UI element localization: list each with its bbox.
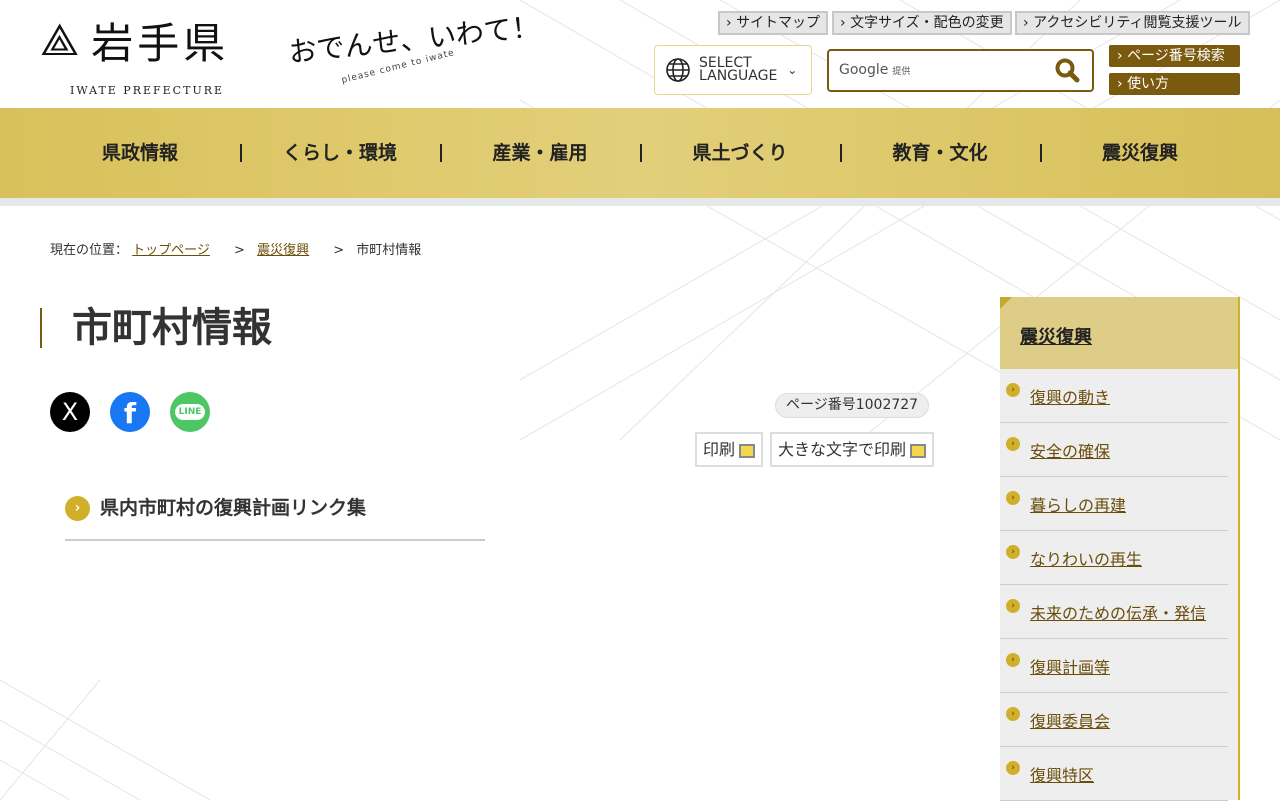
x-share-icon[interactable]: X	[50, 392, 90, 432]
chevron-right-icon: ›	[1006, 707, 1020, 721]
how-to-use-label: 使い方	[1127, 76, 1170, 92]
sidebar-item[interactable]: › 安全の確保	[1000, 423, 1228, 477]
sidebar-item-label[interactable]: 暮らしの再建	[1030, 492, 1126, 516]
search-placeholder: Google	[839, 62, 889, 78]
logo-english: IWATE PREFECTURE	[70, 84, 225, 97]
nav-item-land[interactable]: 県土づくり	[640, 108, 840, 198]
globe-icon	[666, 58, 690, 82]
breadcrumb-current: 市町村情報	[356, 243, 422, 258]
print-label: 印刷	[703, 440, 736, 459]
reconstruction-plan-links[interactable]: › 県内市町村の復興計画リンク集	[65, 493, 485, 541]
global-nav: 県政情報 くらし・環境 産業・雇用 県土づくり 教育・文化 震災復興	[0, 108, 1280, 198]
nav-item-prefectural-info[interactable]: 県政情報	[40, 108, 240, 198]
sitemap-link[interactable]: › サイトマップ	[718, 11, 829, 35]
chevron-right-icon: ›	[1006, 491, 1020, 505]
facebook-share-icon[interactable]: f	[110, 392, 150, 432]
chevron-down-icon: ⌄	[787, 63, 798, 77]
accessibility-tool-link[interactable]: › アクセシビリティ閲覧支援ツール	[1015, 11, 1250, 35]
breadcrumb: 現在の位置： トップページ > 震災復興 > 市町村情報	[50, 239, 421, 258]
search-icon[interactable]	[1054, 57, 1080, 87]
print-button[interactable]: 印刷	[695, 432, 764, 467]
link-label: 県内市町村の復興計画リンク集	[100, 497, 367, 519]
line-share-icon[interactable]: LINE	[170, 392, 210, 432]
breadcrumb-separator: >	[333, 243, 345, 258]
printer-icon	[910, 443, 927, 458]
nav-item-industry[interactable]: 産業・雇用	[440, 108, 640, 198]
sidebar-item-label[interactable]: 復興委員会	[1030, 708, 1110, 732]
language-line2: LANGUAGE	[699, 68, 778, 84]
sidebar-item-label[interactable]: なりわいの再生	[1030, 546, 1142, 570]
page-number-search-label: ページ番号検索	[1127, 48, 1225, 64]
chevron-right-icon: ›	[1006, 761, 1020, 775]
sidebar-title[interactable]: 震災復興	[1000, 297, 1238, 369]
sidebar-item[interactable]: › なりわいの再生	[1000, 531, 1228, 585]
text-size-label: 文字サイズ・配色の変更	[850, 15, 1004, 31]
site-header: ⟁ 岩手県 IWATE PREFECTURE おでんせ、いわて！ please …	[0, 0, 1280, 108]
sidebar-item[interactable]: › 復興委員会	[1000, 693, 1228, 747]
corner-decoration	[1000, 297, 1012, 309]
chevron-right-icon: ›	[1006, 599, 1020, 613]
printer-icon	[739, 443, 756, 458]
chevron-right-icon: ›	[1006, 437, 1020, 451]
chevron-right-icon: ›	[1006, 383, 1020, 397]
prefecture-emblem-icon: ⟁	[40, 15, 80, 66]
sidebar-item[interactable]: › 復興特区	[1000, 747, 1228, 801]
sidebar-item-label[interactable]: 復興計画等	[1030, 654, 1110, 678]
sidebar-item[interactable]: › 未来のための伝承・発信	[1000, 585, 1228, 639]
sidebar-item-label[interactable]: 復興特区	[1030, 762, 1094, 786]
site-logo[interactable]: ⟁ 岩手県	[40, 10, 229, 71]
page-number-badge: ページ番号1002727	[775, 393, 930, 418]
select-language-button[interactable]: SELECT LANGUAGE ⌄	[654, 45, 812, 95]
how-to-use-button[interactable]: › 使い方	[1109, 73, 1240, 95]
sidebar-item-label[interactable]: 安全の確保	[1030, 438, 1110, 462]
chevron-right-icon: ›	[1006, 545, 1020, 559]
breadcrumb-separator: >	[234, 243, 245, 258]
chevron-right-icon: ›	[1006, 653, 1020, 667]
sitemap-label: サイトマップ	[736, 15, 821, 31]
breadcrumb-reconstruction[interactable]: 震災復興	[257, 243, 309, 258]
print-large-label: 大きな文字で印刷	[778, 440, 907, 459]
sidebar-item-label[interactable]: 復興の動き	[1030, 384, 1110, 408]
accessibility-label: アクセシビリティ閲覧支援ツール	[1033, 15, 1242, 31]
nav-bottom-band	[0, 198, 1280, 206]
logo-text: 岩手県	[91, 19, 230, 68]
sidebar: 震災復興 › 復興の動き › 安全の確保 › 暮らしの再建 › なりわいの再生 › 未来の…	[1000, 297, 1240, 801]
sidebar-item[interactable]: › 復興計画等	[1000, 639, 1228, 693]
nav-item-living[interactable]: くらし・環境	[240, 108, 440, 198]
chevron-right-icon: ›	[65, 496, 90, 521]
print-large-button[interactable]: 大きな文字で印刷	[770, 432, 935, 467]
search-input[interactable]: Google 提供	[827, 49, 1094, 92]
nav-item-education[interactable]: 教育・文化	[840, 108, 1040, 198]
text-size-color-link[interactable]: › 文字サイズ・配色の変更	[832, 11, 1012, 35]
page-number-search-button[interactable]: › ページ番号検索	[1109, 45, 1240, 67]
breadcrumb-top[interactable]: トップページ	[132, 243, 210, 258]
line-label: LINE	[174, 404, 206, 420]
page-title: 市町村情報	[40, 308, 272, 348]
nav-item-reconstruction[interactable]: 震災復興	[1040, 108, 1240, 198]
hemp-leaf-pattern-bottom	[0, 680, 210, 800]
breadcrumb-label: 現在の位置：	[50, 243, 129, 258]
sidebar-item-label[interactable]: 未来のための伝承・発信	[1030, 600, 1206, 624]
sidebar-item[interactable]: › 復興の動き	[1000, 369, 1228, 423]
search-provider: 提供	[892, 67, 911, 77]
sidebar-title-label: 震災復興	[1020, 327, 1092, 348]
sidebar-item[interactable]: › 暮らしの再建	[1000, 477, 1228, 531]
